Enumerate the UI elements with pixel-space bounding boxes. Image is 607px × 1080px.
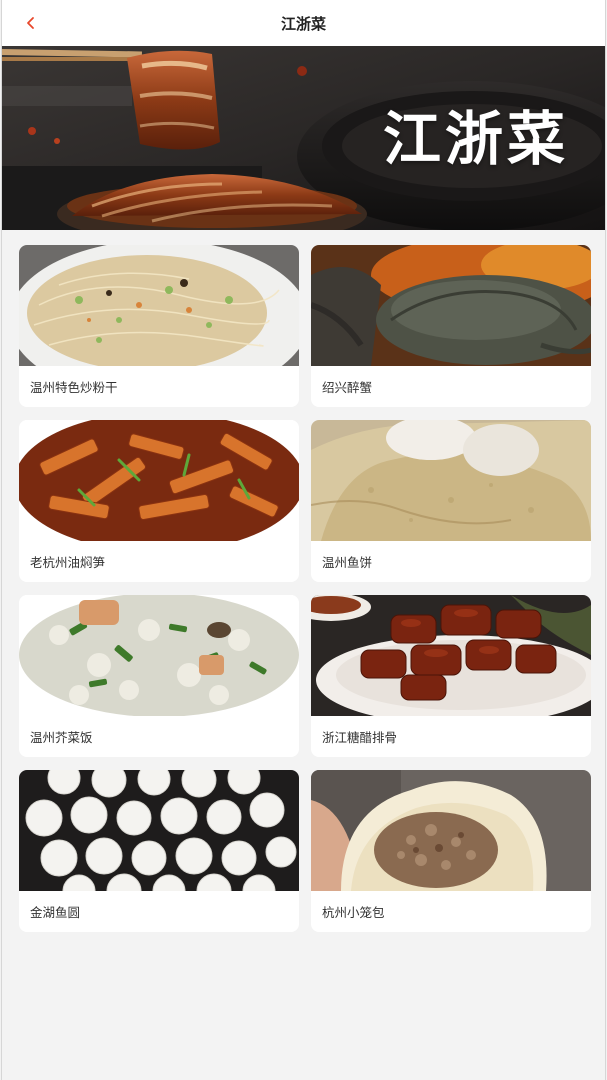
dish-card[interactable]: 杭州小笼包 [311, 770, 591, 932]
dish-name: 温州鱼饼 [322, 555, 373, 570]
dish-image-fish-balls [19, 770, 299, 891]
dish-card[interactable]: 温州鱼饼 [311, 420, 591, 582]
dish-image-mustard-rice [19, 595, 299, 716]
page-title: 江浙菜 [280, 14, 326, 33]
dish-name: 杭州小笼包 [322, 905, 385, 920]
top-navbar: 江浙菜 [2, 0, 605, 46]
dish-name: 温州特色炒粉干 [30, 380, 118, 395]
app-frame: 江浙菜 江浙菜 温州特色炒粉干 绍兴醉蟹 老杭州油焖笋 温州鱼饼 温州芥菜饭 浙… [1, 0, 606, 1080]
dish-card[interactable]: 金湖鱼圆 [19, 770, 299, 932]
dish-grid: 温州特色炒粉干 绍兴醉蟹 老杭州油焖笋 温州鱼饼 温州芥菜饭 浙江糖醋排骨 金湖… [19, 245, 592, 932]
chevron-left-icon [27, 17, 34, 29]
dish-name: 绍兴醉蟹 [322, 380, 373, 395]
back-button[interactable] [20, 12, 42, 34]
dish-name: 温州芥菜饭 [30, 730, 93, 745]
dish-name: 浙江糖醋排骨 [322, 730, 398, 745]
dish-name: 老杭州油焖笋 [30, 555, 106, 570]
dish-image-xiaolongbao [311, 770, 591, 891]
dish-card[interactable]: 绍兴醉蟹 [311, 245, 591, 407]
dish-card[interactable]: 温州特色炒粉干 [19, 245, 299, 407]
banner-title: 江浙菜 [382, 105, 569, 173]
dish-image-fish-cake [311, 420, 591, 541]
dish-card[interactable]: 浙江糖醋排骨 [311, 595, 591, 757]
dish-image-sweet-sour-ribs [311, 595, 591, 716]
dish-card[interactable]: 温州芥菜饭 [19, 595, 299, 757]
dish-name: 金湖鱼圆 [30, 905, 81, 920]
dish-image-braised-bamboo-shoots [19, 420, 299, 541]
dish-image-drunken-crab [311, 245, 591, 366]
dish-card[interactable]: 老杭州油焖笋 [19, 420, 299, 582]
dish-image-fried-rice-noodles [19, 245, 299, 366]
hero-banner: 江浙菜 [2, 46, 605, 230]
